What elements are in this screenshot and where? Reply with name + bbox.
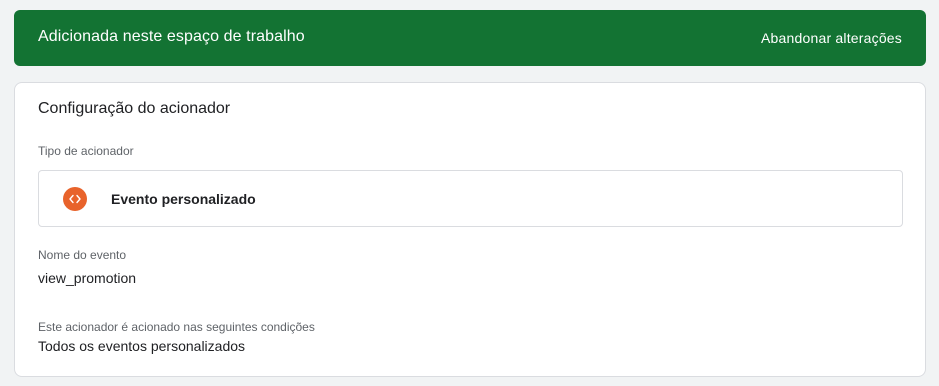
event-name-value: view_promotion	[38, 270, 137, 286]
banner-title: Adicionada neste espaço de trabalho	[38, 28, 305, 45]
conditions-value: Todos os eventos personalizados	[38, 338, 246, 354]
trigger-configuration-card: Configuração do acionador Tipo de aciona…	[14, 82, 926, 377]
code-brackets-icon	[63, 187, 87, 211]
conditions-label: Este acionador é acionado nas seguintes …	[38, 320, 315, 334]
event-name-label: Nome do evento	[38, 248, 127, 262]
trigger-type-label: Tipo de acionador	[38, 144, 134, 158]
workspace-status-banner: Adicionada neste espaço de trabalho Aban…	[14, 10, 926, 66]
trigger-type-name: Evento personalizado	[111, 191, 256, 207]
card-title: Configuração do acionador	[38, 100, 231, 117]
discard-changes-button[interactable]: Abandonar alterações	[761, 30, 902, 46]
trigger-type-selector[interactable]: Evento personalizado	[38, 170, 903, 227]
